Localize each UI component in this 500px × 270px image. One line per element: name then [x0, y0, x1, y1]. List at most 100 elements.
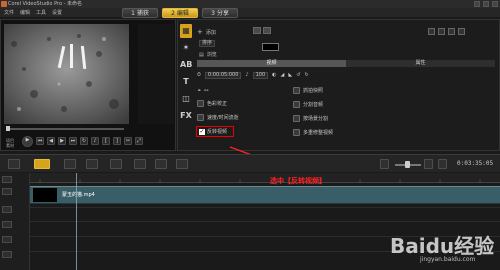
lane-divider	[30, 207, 500, 208]
split-audio-icon	[293, 101, 300, 108]
menu-edit[interactable]: 编辑	[20, 9, 30, 16]
baidu-watermark-url: jingyan.baidu.com	[420, 256, 476, 263]
view-icon-3[interactable]	[448, 28, 455, 35]
graphic-icon[interactable]: ◫	[180, 92, 192, 106]
fade-out-icon[interactable]: ◣	[288, 72, 292, 78]
next-frame-button[interactable]: ▶	[58, 137, 66, 145]
enlarge-button[interactable]: ⤢	[135, 137, 143, 145]
mark-in-button[interactable]: [	[102, 137, 110, 145]
browse-row: ▤ 浏览	[199, 51, 217, 59]
sort-row: 排序	[199, 40, 216, 47]
fade-in-icon[interactable]: ◢	[281, 72, 285, 78]
prop-speed-timelapse[interactable]: 速度/时间流逝	[197, 114, 239, 121]
playback-controls: ▶ ⏮ ◀ ▶ ⏭ ↻ ♪ [ ] ✂ ⤢	[22, 133, 194, 149]
snapshot-icon	[293, 87, 300, 94]
bike-icon[interactable]: ⚯	[204, 88, 208, 94]
window-controls	[474, 0, 498, 7]
overlay-track-icon[interactable]	[2, 206, 12, 213]
filter-icon[interactable]: FX	[180, 109, 192, 123]
repeat-button[interactable]: ↻	[80, 137, 88, 145]
prop-color-correction[interactable]: 色彩校正	[197, 100, 227, 107]
prop-split-by-scene[interactable]: 按场景分割	[293, 115, 328, 122]
undo-button[interactable]	[64, 159, 76, 169]
title-icon[interactable]: T	[180, 75, 192, 89]
clip-thumbnail	[33, 188, 57, 202]
color-swatch[interactable]	[262, 43, 279, 51]
media-icon[interactable]: ▦	[180, 24, 192, 38]
library-view-buttons	[428, 28, 465, 35]
browse-button[interactable]: 浏览	[207, 51, 217, 58]
duration-field[interactable]: 0:00:05:000	[204, 71, 242, 79]
zoom-in-icon[interactable]	[424, 159, 433, 169]
tab-video[interactable]: 视频	[197, 60, 346, 67]
video-preview[interactable]	[4, 24, 129, 124]
title-bar: Corel VideoStudio Pro - 未命名	[0, 0, 500, 8]
rotate-left-icon[interactable]: ↺	[296, 72, 300, 78]
storyboard-view-button[interactable]	[8, 159, 20, 169]
clip-mode-label[interactable]: 素材	[6, 143, 14, 148]
preview-side-area	[138, 24, 174, 124]
instant-project-icon[interactable]: ✶	[180, 41, 192, 55]
music-track-icon[interactable]	[2, 251, 12, 258]
scene-split-icon	[293, 115, 300, 122]
menu-file[interactable]: 文件	[4, 9, 14, 16]
annotation-text: 选中【反转视频】	[270, 177, 326, 185]
redo-button[interactable]	[86, 159, 98, 169]
fit-project-icon[interactable]	[438, 159, 447, 169]
folder-icon[interactable]	[253, 27, 261, 34]
scrubber-handle[interactable]	[6, 126, 10, 131]
video-track-icon[interactable]	[2, 188, 12, 195]
folder-buttons	[253, 27, 271, 34]
import-icon[interactable]	[263, 27, 271, 34]
scrubber-bar[interactable]	[6, 128, 124, 130]
add-icon: +	[197, 28, 203, 36]
maximize-button[interactable]	[483, 1, 489, 7]
minimize-button[interactable]	[474, 1, 480, 7]
timeline-ruler[interactable]	[30, 173, 500, 183]
add-button[interactable]: 添加	[206, 29, 216, 36]
video-clip[interactable]	[30, 186, 500, 204]
split-button[interactable]: ✂	[124, 137, 132, 145]
tab-share[interactable]: 3 分享	[202, 8, 238, 18]
menu-tools[interactable]: 工具	[36, 9, 46, 16]
zoom-slider-handle[interactable]	[405, 161, 410, 168]
play-button[interactable]: ▶	[22, 135, 33, 147]
timeline-view-button[interactable]	[34, 159, 50, 169]
timeline-playhead[interactable]	[76, 173, 77, 270]
volume-field[interactable]: 100	[252, 71, 269, 79]
view-icon-1[interactable]	[428, 28, 435, 35]
rotate-right-icon[interactable]: ↻	[304, 72, 308, 78]
tab-attributes[interactable]: 属性	[346, 60, 495, 67]
close-button[interactable]	[492, 1, 498, 7]
tab-capture[interactable]: 1 捕获	[122, 8, 158, 18]
menu-settings[interactable]: 设置	[52, 9, 62, 16]
mute-icon[interactable]: ◐	[272, 72, 276, 78]
reverse-video-checkbox[interactable]: ✓	[199, 128, 205, 135]
volume-button[interactable]: ♪	[91, 137, 99, 145]
transition-icon[interactable]: AB	[180, 58, 192, 72]
track-manager-icon[interactable]	[2, 176, 12, 183]
zoom-out-icon[interactable]	[380, 159, 389, 169]
record-button[interactable]	[134, 159, 146, 169]
view-icon-2[interactable]	[438, 28, 445, 35]
prev-frame-button[interactable]: ◀	[47, 137, 55, 145]
auto-music-button[interactable]	[176, 159, 188, 169]
sort-select[interactable]: 排序	[199, 40, 216, 47]
reverse-video-label: 反转视频	[207, 129, 228, 135]
title-track-icon[interactable]	[2, 221, 12, 228]
project-duration: 0:03:35:05	[457, 160, 494, 167]
end-button[interactable]: ⏭	[69, 137, 77, 145]
add-row: + 添加	[197, 28, 216, 36]
voice-track-icon[interactable]	[2, 236, 12, 243]
mark-out-button[interactable]: ]	[113, 137, 121, 145]
prop-split-audio[interactable]: 分割音频	[293, 101, 323, 108]
home-button[interactable]: ⏮	[36, 137, 44, 145]
library-category-bar: ▦ ✶ AB T ◫ FX	[180, 24, 192, 129]
prop-multi-trim[interactable]: 多重修整视频	[293, 129, 333, 136]
prop-snapshot[interactable]: 抓拍快照	[293, 87, 323, 94]
tab-edit[interactable]: 2 编辑	[162, 8, 198, 18]
view-icon-4[interactable]	[458, 28, 465, 35]
chain-icon[interactable]: ⚭	[197, 88, 201, 94]
mixer-button[interactable]	[155, 159, 167, 169]
color-picker-button[interactable]	[110, 159, 122, 169]
